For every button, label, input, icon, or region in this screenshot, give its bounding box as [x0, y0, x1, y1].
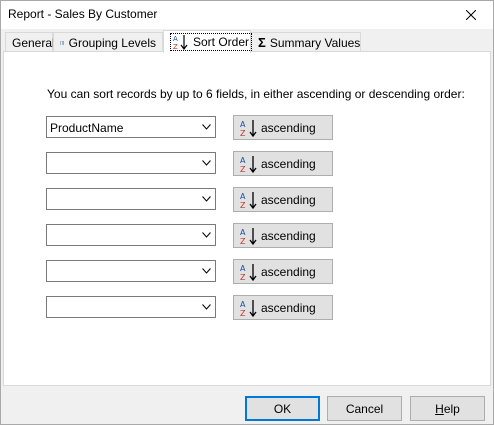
svg-text:Z: Z — [240, 309, 246, 318]
sort-field-combo[interactable] — [46, 260, 216, 282]
chevron-down-icon — [202, 160, 211, 166]
sort-az-icon: A Z — [240, 119, 257, 138]
title-bar: Report - Sales By Customer — [1, 1, 493, 29]
svg-text:A: A — [240, 228, 246, 237]
svg-text:Z: Z — [240, 165, 246, 174]
sort-field-combo[interactable] — [46, 296, 216, 318]
sigma-icon: Σ — [258, 35, 266, 50]
ok-button[interactable]: OK — [245, 396, 320, 421]
cancel-label: Cancel — [345, 401, 384, 416]
tab-label: Summary Values — [269, 35, 361, 50]
help-label: Help — [435, 402, 460, 416]
sort-row: A Z ascending — [46, 295, 346, 320]
sort-direction-label: ascending — [261, 192, 316, 207]
grouping-levels-icon — [60, 40, 65, 45]
sort-az-icon: A Z — [240, 227, 257, 246]
chevron-down-icon — [202, 232, 211, 238]
sort-az-icon: A Z — [240, 191, 257, 210]
tab-label: Sort Order — [193, 35, 250, 49]
sort-az-icon: A Z — [240, 155, 257, 174]
sort-direction-button[interactable]: A Z ascending — [233, 187, 333, 212]
sort-direction-label: ascending — [261, 228, 316, 243]
sort-row: A Z ascending — [46, 151, 346, 176]
help-button[interactable]: Help — [410, 396, 485, 421]
sort-direction-button[interactable]: A Z ascending — [233, 115, 333, 140]
window-title: Report - Sales By Customer — [8, 7, 158, 21]
tab-focus: A Z Sort Order — [170, 33, 253, 51]
dialog-footer: OK Cancel Help — [1, 388, 493, 424]
chevron-down-icon — [202, 124, 211, 130]
sort-direction-label: ascending — [261, 264, 316, 279]
sort-row: A Z ascending — [46, 259, 346, 284]
sort-order-page: You can sort records by up to 6 fields, … — [3, 51, 491, 386]
svg-text:A: A — [240, 264, 246, 273]
sort-direction-button[interactable]: A Z ascending — [233, 223, 333, 248]
sort-field-combo[interactable] — [46, 188, 216, 210]
tab-strip: General Grouping Levels A Z Sort Order Σ… — [3, 30, 491, 53]
sort-az-icon: A Z — [173, 35, 188, 50]
svg-text:A: A — [240, 120, 246, 129]
svg-text:Z: Z — [240, 273, 246, 282]
svg-text:Z: Z — [173, 43, 178, 50]
sort-az-icon: A Z — [240, 263, 257, 282]
sort-direction-label: ascending — [261, 300, 316, 315]
sort-direction-button[interactable]: A Z ascending — [233, 259, 333, 284]
sort-field-combo[interactable]: ProductName — [46, 116, 216, 138]
sort-direction-label: ascending — [261, 156, 316, 171]
cancel-button[interactable]: Cancel — [327, 396, 402, 421]
tab-label: General — [12, 35, 55, 50]
svg-text:A: A — [240, 300, 246, 309]
svg-text:A: A — [240, 192, 246, 201]
svg-text:Z: Z — [240, 201, 246, 210]
sort-row: A Z ascending — [46, 187, 346, 212]
sort-az-icon: A Z — [240, 299, 257, 318]
sort-field-value: ProductName — [50, 121, 124, 135]
report-dialog: Report - Sales By Customer General Group… — [0, 0, 494, 425]
svg-text:A: A — [173, 35, 178, 43]
sort-field-combo[interactable] — [46, 224, 216, 246]
svg-text:Z: Z — [240, 237, 246, 246]
sort-direction-button[interactable]: A Z ascending — [233, 151, 333, 176]
tab-sort-order[interactable]: A Z Sort Order — [163, 30, 253, 53]
instruction-text: You can sort records by up to 6 fields, … — [47, 87, 465, 101]
tab-summary-values[interactable]: Σ Summary Values — [251, 32, 361, 52]
tab-grouping-levels[interactable]: Grouping Levels — [53, 32, 163, 52]
svg-text:A: A — [240, 156, 246, 165]
sort-direction-button[interactable]: A Z ascending — [233, 295, 333, 320]
close-button[interactable] — [449, 1, 493, 29]
tab-label: Grouping Levels — [68, 35, 156, 50]
help-label-rest: elp — [443, 401, 460, 416]
chevron-down-icon — [202, 304, 211, 310]
sort-field-combo[interactable] — [46, 152, 216, 174]
chevron-down-icon — [202, 196, 211, 202]
ok-label: OK — [273, 401, 292, 416]
sort-row: A Z ascending — [46, 223, 346, 248]
help-mnemonic: H — [435, 401, 444, 416]
svg-text:Z: Z — [240, 129, 246, 138]
sort-row: ProductName A Z ascending — [46, 115, 346, 140]
chevron-down-icon — [202, 268, 211, 274]
tab-general[interactable]: General — [5, 32, 55, 52]
close-icon — [466, 10, 476, 20]
sort-direction-label: ascending — [261, 120, 316, 135]
